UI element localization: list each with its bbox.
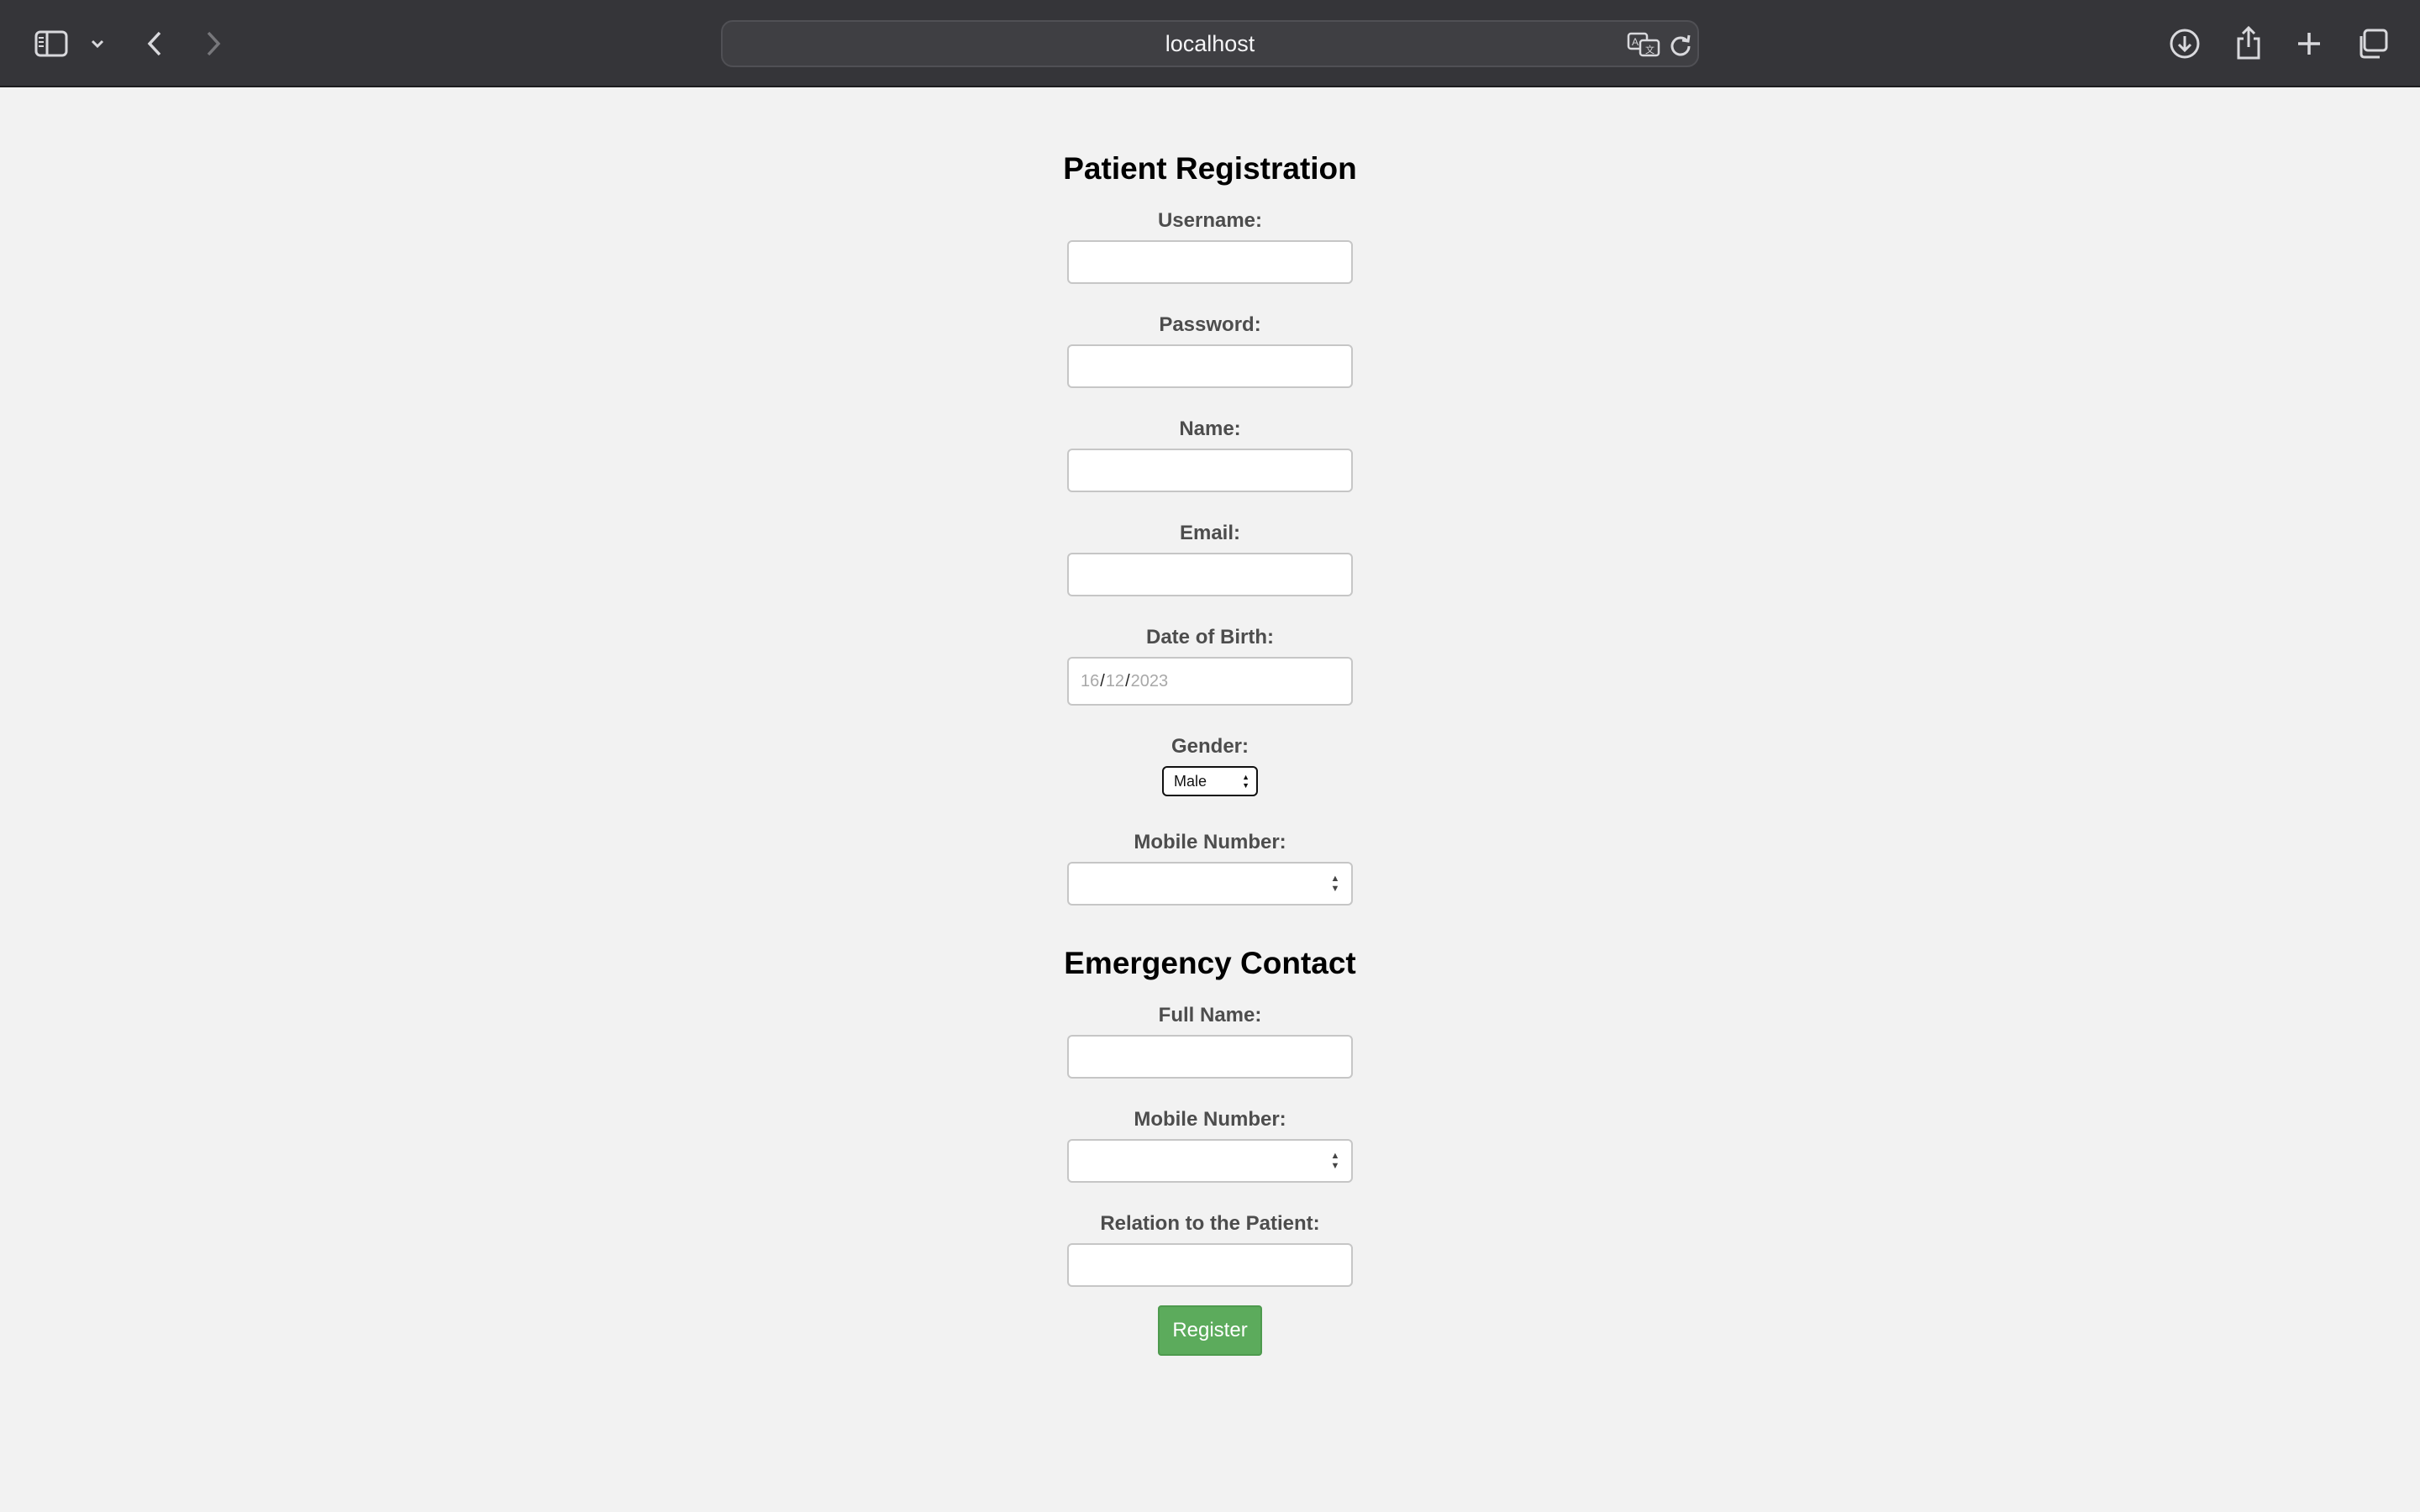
mobile-input[interactable]: ▲ ▼: [1067, 862, 1353, 906]
address-bar[interactable]: localhost A 文: [721, 20, 1699, 67]
page-title: Patient Registration: [1063, 151, 1357, 186]
password-label: Password:: [1159, 313, 1261, 336]
number-stepper-icon[interactable]: ▲ ▼: [1329, 1151, 1341, 1171]
address-text: localhost: [1165, 31, 1255, 56]
select-arrows-icon: ▲ ▼: [1242, 773, 1249, 790]
sidebar-icon[interactable]: [32, 27, 71, 60]
email-input[interactable]: [1067, 553, 1353, 596]
chevron-down-icon[interactable]: [87, 34, 108, 54]
password-input[interactable]: [1067, 344, 1353, 388]
name-input[interactable]: [1067, 449, 1353, 492]
full-name-label: Full Name:: [1158, 1004, 1262, 1026]
dob-separator: /: [1100, 671, 1105, 690]
mobile-label: Mobile Number:: [1134, 831, 1286, 853]
dob-separator: /: [1125, 671, 1130, 690]
emergency-title: Emergency Contact: [1064, 946, 1356, 980]
translate-icon[interactable]: A 文: [1627, 32, 1660, 61]
email-label: Email:: [1179, 522, 1241, 544]
dob-label: Date of Birth:: [1146, 626, 1274, 648]
forward-icon[interactable]: [200, 27, 227, 60]
dob-month[interactable]: 12: [1106, 672, 1124, 691]
browser-toolbar: localhost A 文: [0, 0, 2420, 87]
username-label: Username:: [1157, 209, 1263, 232]
registration-form: Patient Registration Username: Password:…: [1063, 89, 1357, 1356]
page-content: Patient Registration Username: Password:…: [0, 89, 2420, 1512]
dob-year[interactable]: 2023: [1131, 672, 1169, 691]
relation-input[interactable]: [1067, 1243, 1353, 1287]
emergency-mobile-label: Mobile Number:: [1134, 1108, 1286, 1131]
back-icon[interactable]: [141, 27, 168, 60]
reload-icon[interactable]: [1669, 32, 1692, 61]
gender-select[interactable]: Male ▲ ▼: [1162, 766, 1258, 796]
emergency-full-name-input[interactable]: [1067, 1035, 1353, 1079]
number-stepper-icon[interactable]: ▲ ▼: [1329, 874, 1341, 894]
plus-icon[interactable]: [2292, 27, 2326, 60]
share-icon[interactable]: [2230, 24, 2267, 62]
username-input[interactable]: [1067, 240, 1353, 284]
svg-text:文: 文: [1645, 44, 1655, 55]
dob-day[interactable]: 16: [1081, 672, 1099, 691]
emergency-mobile-input[interactable]: ▲ ▼: [1067, 1139, 1353, 1183]
gender-value: Male: [1174, 773, 1207, 790]
download-icon[interactable]: [2166, 25, 2203, 62]
relation-label: Relation to the Patient:: [1100, 1212, 1320, 1235]
gender-label: Gender:: [1171, 735, 1249, 758]
tabs-icon[interactable]: [2354, 27, 2390, 60]
name-label: Name:: [1179, 417, 1241, 440]
register-button[interactable]: Register: [1158, 1305, 1262, 1356]
svg-text:A: A: [1632, 36, 1639, 48]
dob-input[interactable]: 16 / 12 / 2023: [1067, 657, 1353, 706]
